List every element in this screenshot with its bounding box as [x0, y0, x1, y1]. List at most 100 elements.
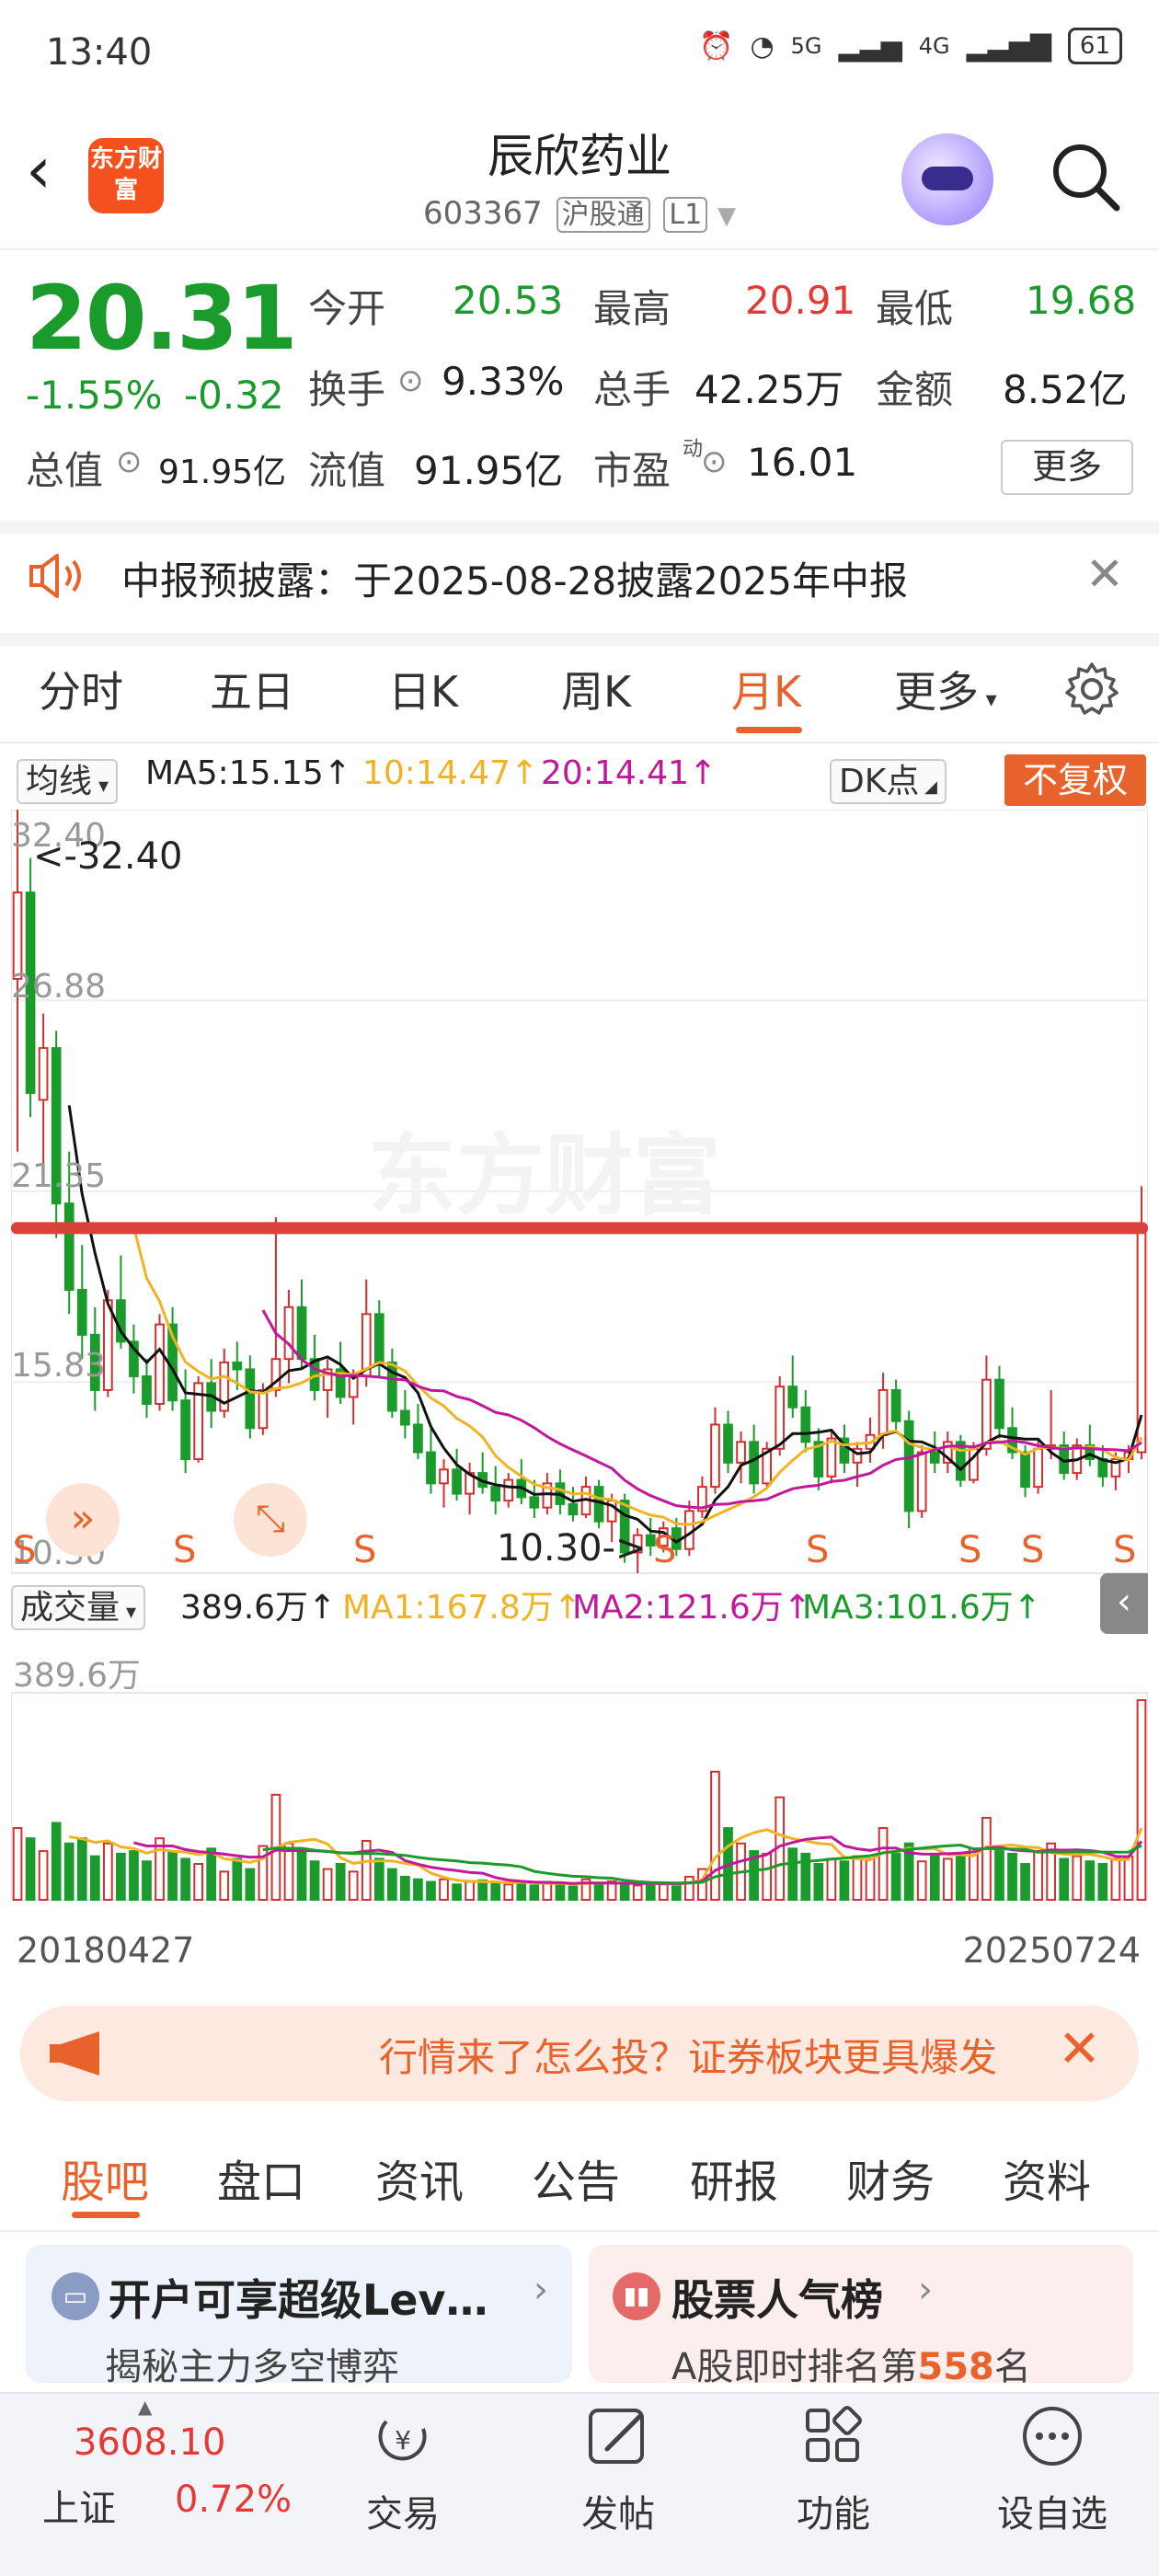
volume-bar: [373, 1857, 384, 1902]
tab-weekly-k[interactable]: 周K: [561, 659, 631, 719]
search-icon[interactable]: [1049, 140, 1120, 212]
nav-function[interactable]: 功能: [760, 2484, 907, 2537]
wifi-icon: ◔: [750, 29, 775, 63]
float-value: 91.95亿: [414, 448, 564, 493]
notice-text[interactable]: 中报预披露：于2025-08-28披露2025年中报: [121, 550, 908, 606]
tab-timeshare[interactable]: 分时: [39, 659, 123, 719]
close-icon[interactable]: ✕: [1058, 2019, 1101, 2079]
candle-body: [1033, 1447, 1043, 1489]
account-card-sub: 揭秘主力多空博弈: [105, 2346, 399, 2388]
tab-research[interactable]: 研报: [690, 2145, 778, 2210]
info-icon[interactable]: ⊙: [116, 443, 143, 480]
candle-body: [787, 1386, 798, 1409]
volume-bar: [439, 1878, 449, 1901]
volume-ma1-line: [68, 1827, 1143, 1886]
tab-news[interactable]: 资讯: [375, 2145, 464, 2210]
volume-bar: [193, 1863, 204, 1902]
account-card-title: 开户可享超级Lev…: [109, 2275, 488, 2325]
nav-post[interactable]: 发帖: [545, 2484, 692, 2537]
dk-point-button[interactable]: DK点 ◢: [830, 754, 947, 804]
candle-body: [775, 1386, 786, 1450]
index-change[interactable]: 0.72%: [175, 2478, 292, 2521]
card-icon: ▭: [52, 2272, 99, 2320]
candle-body: [878, 1388, 889, 1436]
nav-trade[interactable]: 交易: [329, 2484, 476, 2537]
candle-body: [826, 1437, 837, 1478]
info-icon[interactable]: ⊙: [701, 443, 728, 480]
volume-bar: [1033, 1850, 1043, 1902]
net-5g-label: 5G: [790, 33, 822, 59]
volume-bar: [245, 1868, 256, 1901]
no-adjust-button[interactable]: 不复权: [1004, 754, 1146, 806]
candle-body: [452, 1468, 462, 1495]
tab-finance[interactable]: 财务: [846, 2145, 935, 2210]
tab-announcements[interactable]: 公告: [532, 2145, 620, 2210]
low-marker: 10.30->: [497, 1527, 647, 1570]
volume-bar: [826, 1857, 837, 1902]
volume-bar: [102, 1842, 113, 1902]
volume-bar: [1084, 1860, 1096, 1902]
tab-profile[interactable]: 资料: [1003, 2145, 1091, 2210]
candle-body: [180, 1399, 190, 1461]
tab-more[interactable]: 更多 ▾: [894, 659, 997, 719]
volume-bar: [25, 1837, 36, 1902]
signal-s-marker: S: [1113, 1529, 1137, 1571]
settings-gear-icon[interactable]: [1063, 661, 1120, 718]
function-grid-icon[interactable]: [760, 2401, 907, 2475]
volume-bar: [335, 1863, 346, 1902]
tab-five-day[interactable]: 五日: [210, 659, 294, 719]
volume-bar: [51, 1822, 62, 1901]
tab-guba[interactable]: 股吧: [61, 2145, 149, 2210]
mktcap-label: 总值: [26, 448, 104, 493]
ma5-value: MA5:15.15↑: [145, 754, 351, 792]
collapse-panel-icon[interactable]: ‹: [1100, 1573, 1148, 1634]
volume-bar: [839, 1860, 850, 1902]
volume-indicator-selector[interactable]: 成交量 ▾: [11, 1581, 146, 1630]
chart-bar-icon: ▮▮: [613, 2272, 660, 2320]
chevron-right-double-icon[interactable]: »: [46, 1483, 120, 1557]
kline-chart[interactable]: [11, 810, 1148, 1914]
tab-pankou[interactable]: 盘口: [217, 2145, 305, 2210]
tab-daily-k[interactable]: 日K: [388, 659, 458, 719]
candle-body: [994, 1378, 1004, 1430]
signal-s-marker: S: [1021, 1529, 1045, 1571]
trade-icon[interactable]: ¥: [329, 2401, 476, 2475]
candle-body: [736, 1441, 746, 1464]
edit-post-icon[interactable]: [545, 2401, 692, 2475]
volume-bar: [12, 1827, 23, 1901]
candle-body: [490, 1486, 501, 1502]
divider: [0, 742, 1159, 743]
watermark-logo: 东方财富: [368, 1124, 721, 1227]
more-quote-button[interactable]: 更多: [1001, 440, 1133, 495]
volume-bar: [1059, 1857, 1070, 1902]
volume-ma1: MA1:167.8万↑: [342, 1589, 581, 1627]
pe-value: 16.01: [747, 440, 858, 485]
promo-banner-text[interactable]: 行情来了怎么投？证券板块更具爆发: [379, 2027, 1041, 2083]
info-icon[interactable]: ⊙: [397, 362, 424, 399]
candle-body: [413, 1423, 423, 1454]
candle-body: [426, 1451, 436, 1485]
more-dots-icon[interactable]: [979, 2401, 1126, 2475]
divider: [0, 521, 1159, 534]
close-icon[interactable]: ✕: [1085, 547, 1124, 601]
volume-bar: [63, 1842, 75, 1902]
volume-current: 389.6万↑: [180, 1589, 337, 1627]
nav-add-watchlist[interactable]: 设自选: [979, 2484, 1126, 2537]
volume-bar: [1097, 1863, 1108, 1902]
index-value[interactable]: 3608.10: [74, 2421, 225, 2464]
index-name[interactable]: 上证: [42, 2478, 116, 2532]
expand-icon[interactable]: ⤡: [234, 1483, 307, 1557]
volume-bar: [386, 1868, 397, 1901]
mktcap-value: 91.95亿: [158, 454, 287, 491]
candle-body: [258, 1388, 269, 1430]
candle-body: [723, 1423, 733, 1464]
volume-bar: [852, 1855, 863, 1902]
dropdown-icon[interactable]: ▼: [717, 202, 736, 230]
ma-selector[interactable]: 均线 ▾: [17, 754, 119, 804]
volume-bar: [116, 1852, 126, 1902]
candle-body: [890, 1388, 901, 1422]
tab-monthly-k[interactable]: 月K: [731, 659, 801, 719]
pe-label: 市盈: [593, 448, 671, 493]
assistant-avatar-icon[interactable]: [901, 133, 993, 225]
candle-body: [529, 1496, 540, 1509]
